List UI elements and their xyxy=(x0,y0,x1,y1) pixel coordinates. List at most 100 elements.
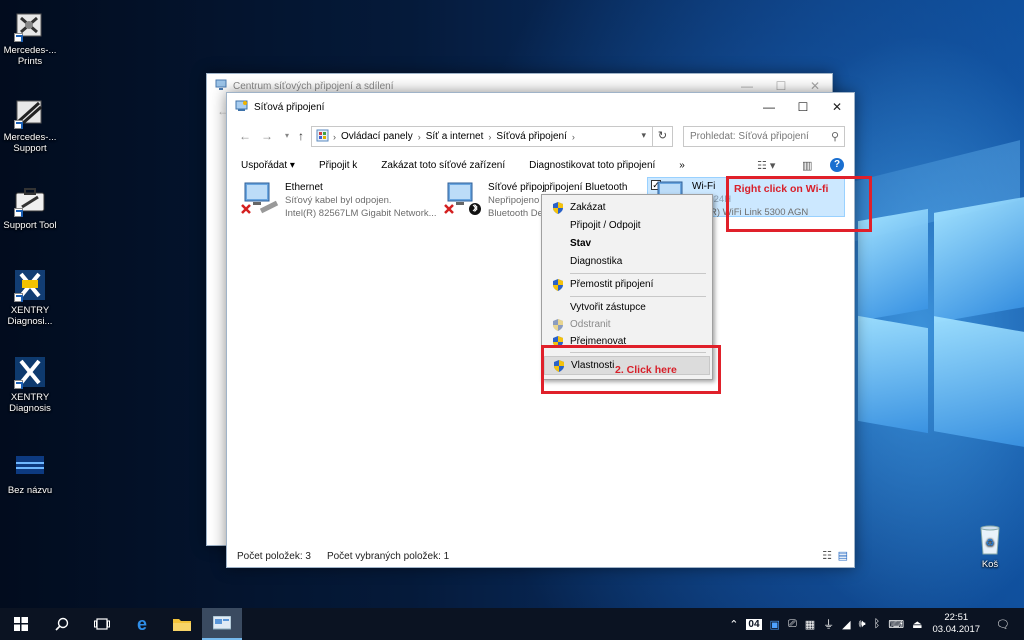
menu-item-label: Přemostit připojení xyxy=(570,279,654,290)
desktop-icon-label: Bez názvu xyxy=(7,485,53,496)
disable-device-button[interactable]: Zakázat toto síťové zařízení xyxy=(381,160,505,171)
organize-button[interactable]: Uspořádat ▾ xyxy=(241,160,295,171)
help-icon[interactable]: ? xyxy=(830,158,844,172)
tray-app-icon[interactable]: ▦ xyxy=(805,618,815,631)
edge-icon: e xyxy=(136,613,147,634)
toolbox-icon xyxy=(13,183,47,217)
network-connections-icon xyxy=(235,99,248,115)
desktop-icon-label: Mercedes-... Prints xyxy=(3,45,57,67)
breadcrumb-control-panel[interactable]: Ovládací panely xyxy=(341,131,413,142)
desktop-icon-xentry-sim[interactable]: XENTRY Diagnosi... xyxy=(0,268,60,327)
taskbar-file-explorer[interactable] xyxy=(162,608,202,640)
connect-to-button[interactable]: Připojit k xyxy=(319,160,357,171)
status-item-count: Počet položek: 3 xyxy=(237,550,311,562)
eject-icon[interactable]: ⏏ xyxy=(912,618,922,631)
menu-item-delete: Odstranit xyxy=(544,316,710,333)
mercedes-prints-icon xyxy=(13,8,47,42)
menu-item-bridge[interactable]: Přemostit připojení xyxy=(544,276,710,293)
menu-item-connect-disconnect[interactable]: Připojit / Odpojit xyxy=(544,217,710,234)
notifications-icon[interactable]: 🗨 xyxy=(996,618,1010,631)
desktop-icon-label: Mercedes-... Support xyxy=(3,132,57,154)
up-button[interactable]: ↑ xyxy=(293,128,309,144)
search-icon: ⚲ xyxy=(830,131,839,143)
desktop-icon-label: XENTRY Diagnosi... xyxy=(7,305,53,327)
task-view-icon xyxy=(94,618,110,630)
menu-item-label: Odstranit xyxy=(570,319,611,330)
status-bar: Počet položek: 3 Počet vybraných položek… xyxy=(227,545,854,567)
command-bar: Uspořádat ▾ Připojit k Zakázat toto síťo… xyxy=(227,151,854,179)
caption-buttons: — ☐ ✕ xyxy=(752,93,854,121)
bluetooth-icon[interactable]: ᛒ xyxy=(874,618,881,630)
wallpaper-logo-pane xyxy=(858,315,928,434)
status-selected-count: Počet vybraných položek: 1 xyxy=(326,550,450,562)
desktop-icon-recycle-bin[interactable]: ♻ Koš xyxy=(960,522,1020,570)
desktop-icon-xentry[interactable]: XENTRY Diagnosis xyxy=(0,355,60,414)
usb-icon[interactable]: ⏚ xyxy=(823,616,834,632)
clock-date: 03.04.2017 xyxy=(932,624,981,635)
desktop-icon-bez-nazvu[interactable]: Bez názvu xyxy=(0,448,60,496)
list-item-bluetooth-name-head: Síťové xyxy=(488,182,518,193)
menu-item-create-shortcut[interactable]: Vytvořit zástupce xyxy=(544,299,710,316)
menu-separator xyxy=(570,296,706,297)
search-input[interactable]: Prohledat: Síťová připojení ⚲ xyxy=(683,126,845,147)
more-commands-button[interactable]: » xyxy=(679,160,685,171)
desktop-icon-support-tool[interactable]: Support Tool xyxy=(0,183,60,231)
close-button[interactable]: ✕ xyxy=(820,93,854,121)
item-device: Intel(R) 82567LM Gigabit Network... xyxy=(285,208,437,219)
network-icon[interactable]: ◢ xyxy=(842,618,850,631)
menu-item-label: Zakázat xyxy=(570,202,606,213)
search-button[interactable] xyxy=(42,608,82,640)
menu-item-diagnostics[interactable]: Diagnostika xyxy=(544,253,710,270)
language-badge[interactable]: 04 xyxy=(746,618,762,630)
preview-pane-icon[interactable]: ▥ xyxy=(802,159,812,172)
ethernet-adapter-icon xyxy=(241,181,279,215)
taskbar: e ⌃ 04 ▣ ⎚ ▦ ⏚ ◢ 🕪 ᛒ ⌨ ⏏ 22:51 03.04.201… xyxy=(0,608,1024,640)
clock-time: 22:51 xyxy=(944,612,969,623)
start-button[interactable] xyxy=(0,608,42,640)
tray-app-icon[interactable]: ▣ xyxy=(770,618,780,631)
taskbar-edge[interactable]: e xyxy=(122,608,162,640)
uac-shield-icon xyxy=(553,319,563,331)
svg-text:♻: ♻ xyxy=(986,538,995,549)
menu-item-label: Diagnostika xyxy=(570,256,623,267)
back-button[interactable]: ← xyxy=(237,128,253,144)
keyboard-icon[interactable]: ⌨ xyxy=(888,618,904,631)
breadcrumb-network-internet[interactable]: Síť a internet xyxy=(426,131,484,142)
task-view-button[interactable] xyxy=(82,608,122,640)
tiles-view-icon[interactable]: ▤ xyxy=(838,549,848,562)
menu-item-disable[interactable]: Zakázat xyxy=(544,199,710,216)
list-item-bluetooth-name-tail: připojení Bluetooth xyxy=(544,182,628,193)
address-row: ← → ▾ ↑ › Ovládací panely › Síť a intern… xyxy=(227,121,854,151)
search-icon xyxy=(55,617,69,631)
forward-button[interactable]: → xyxy=(259,128,275,144)
wallpaper-logo-pane xyxy=(934,197,1024,323)
diagnose-connection-button[interactable]: Diagnostikovat toto připojení xyxy=(529,160,655,171)
details-view-icon[interactable]: ☷ xyxy=(822,549,832,562)
desktop-icon-mercedes-prints[interactable]: Mercedes-... Prints xyxy=(0,8,60,67)
breadcrumb-network-connections[interactable]: Síťová připojení xyxy=(496,131,566,142)
taskbar-network-connections[interactable] xyxy=(202,608,242,640)
show-hidden-icons-icon[interactable]: ⌃ xyxy=(729,618,738,631)
change-view-icon[interactable]: ☷ ▾ xyxy=(757,159,775,172)
minimize-button[interactable]: — xyxy=(752,93,786,121)
breadcrumb-chevron-icon: › xyxy=(571,131,575,142)
desktop-icon-mercedes-support[interactable]: Mercedes-... Support xyxy=(0,95,60,154)
bluetooth-adapter-icon xyxy=(444,181,481,215)
maximize-button[interactable]: ☐ xyxy=(786,93,820,121)
tray-app-icon[interactable]: ⎚ xyxy=(788,618,797,631)
system-tray: ⌃ 04 ▣ ⎚ ▦ ⏚ ◢ 🕪 ᛒ ⌨ ⏏ 22:51 03.04.2017 … xyxy=(725,608,1024,640)
list-item-ethernet[interactable]: Ethernet Síťový kabel byl odpojen. Intel… xyxy=(241,179,441,223)
item-name: Ethernet xyxy=(285,182,323,193)
address-bar[interactable]: › Ovládací panely › Síť a internet › Síť… xyxy=(311,126,673,147)
windows-logo-icon xyxy=(14,617,28,631)
search-placeholder: Prohledat: Síťová připojení xyxy=(690,131,809,142)
clock[interactable]: 22:51 03.04.2017 xyxy=(932,612,980,636)
menu-item-status[interactable]: Stav xyxy=(544,235,710,252)
address-dropdown-icon[interactable]: ▾ xyxy=(641,130,646,141)
xentry-sim-icon xyxy=(13,268,47,302)
volume-icon[interactable]: 🕪 xyxy=(859,618,866,631)
network-connections-icon xyxy=(213,616,231,630)
refresh-icon[interactable]: ↻ xyxy=(652,127,672,146)
wallpaper-logo-pane xyxy=(934,316,1024,447)
item-status: Síťový kabel byl odpojen. xyxy=(285,195,392,206)
